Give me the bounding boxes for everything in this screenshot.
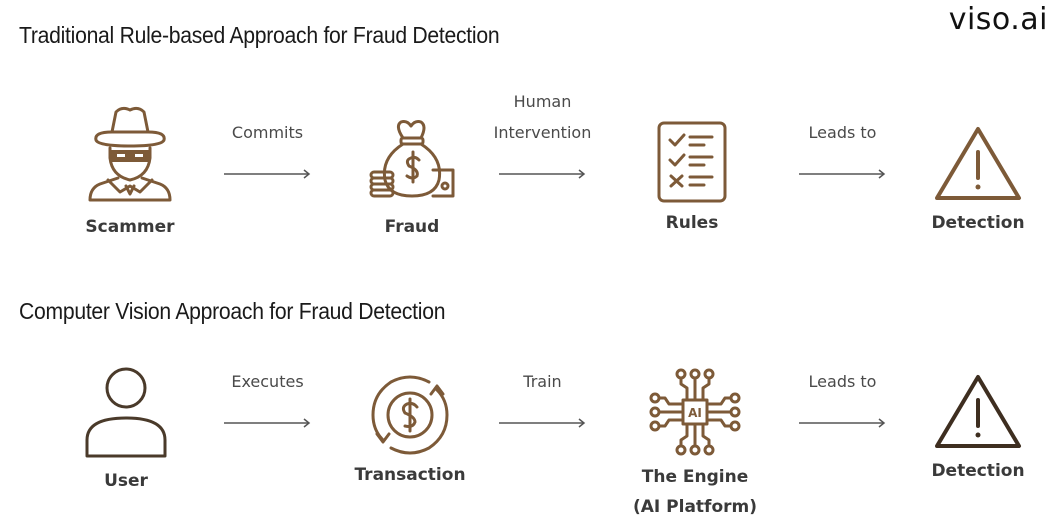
node-user: User bbox=[66, 366, 186, 496]
node-label-scammer: Scammer bbox=[85, 217, 175, 237]
node-detection: Detection bbox=[918, 372, 1038, 486]
node-transaction: Transaction bbox=[350, 372, 470, 490]
warning-triangle-icon bbox=[935, 375, 1021, 448]
edge-executes: Executes bbox=[210, 366, 325, 429]
ai-chip-text: AI bbox=[688, 406, 702, 420]
money-bag-icon bbox=[369, 120, 455, 198]
node-label-ai-platform: (AI Platform) bbox=[633, 497, 757, 517]
node-label-detection: Detection bbox=[931, 461, 1025, 481]
viso-ai-logo: viso.ai bbox=[948, 2, 1048, 37]
node-label-the-engine: The Engine bbox=[641, 467, 749, 487]
edge-leads-to: Leads to bbox=[785, 117, 900, 180]
node-label-transaction: Transaction bbox=[354, 465, 466, 485]
edge-human-intervention: Human Intervention bbox=[480, 86, 605, 180]
transaction-dollar-cycle-icon bbox=[371, 375, 449, 455]
checklist-icon bbox=[657, 121, 727, 203]
traditional-section-title: Traditional Rule-based Approach for Frau… bbox=[19, 22, 500, 48]
edge-leads-to: Leads to bbox=[785, 366, 900, 429]
edge-label-commits: Commits bbox=[231, 123, 304, 142]
edge-label-human: Human bbox=[513, 92, 572, 111]
node-scammer: Scammer bbox=[70, 100, 190, 242]
node-rules: Rules bbox=[632, 120, 752, 238]
arrow-right-icon bbox=[498, 418, 585, 428]
arrow-right-icon bbox=[223, 418, 310, 428]
node-fraud: Fraud bbox=[352, 118, 472, 242]
arrow-right-icon bbox=[798, 418, 885, 428]
warning-triangle-icon bbox=[935, 127, 1021, 200]
node-label-detection: Detection bbox=[931, 213, 1025, 233]
node-the-engine: AI The Engine (AI Platform) bbox=[625, 366, 765, 522]
edge-label-intervention: Intervention bbox=[493, 123, 592, 142]
computer-vision-section-title: Computer Vision Approach for Fraud Detec… bbox=[19, 298, 446, 324]
node-label-rules: Rules bbox=[665, 213, 719, 233]
edge-commits: Commits bbox=[210, 117, 325, 180]
edge-label-leads-to: Leads to bbox=[808, 123, 877, 142]
edge-label-executes: Executes bbox=[231, 372, 304, 391]
node-label-user: User bbox=[104, 471, 148, 491]
edge-train: Train bbox=[485, 366, 600, 429]
ai-chip-icon: AI bbox=[649, 368, 741, 456]
node-label-fraud: Fraud bbox=[384, 217, 440, 237]
edge-label-leads-to: Leads to bbox=[808, 372, 877, 391]
edge-label-train: Train bbox=[523, 372, 562, 391]
arrow-right-icon bbox=[223, 169, 310, 179]
arrow-right-icon bbox=[498, 169, 585, 179]
arrow-right-icon bbox=[798, 169, 885, 179]
user-icon bbox=[85, 367, 167, 458]
scammer-icon bbox=[88, 106, 172, 202]
node-detection: Detection bbox=[918, 124, 1038, 238]
